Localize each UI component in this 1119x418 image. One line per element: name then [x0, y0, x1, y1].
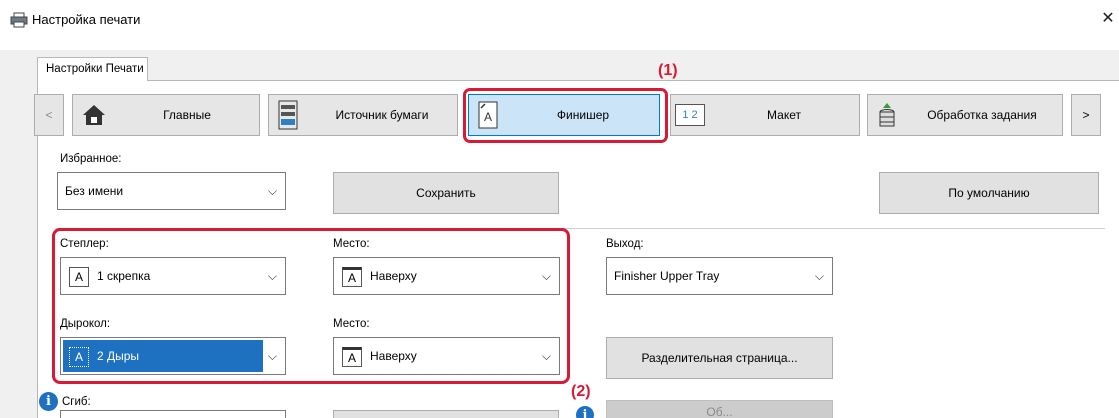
- punch-value: 2 Дыры: [97, 349, 140, 363]
- fold-settings-button[interactable]: [333, 410, 559, 418]
- window-title: Настройка печати: [32, 12, 141, 27]
- callout-2: (2): [571, 383, 591, 400]
- disabled-button: Об...: [606, 400, 833, 418]
- stapler-dropdown[interactable]: A 1 скрепка ⌵: [60, 257, 286, 295]
- job-stack-icon: [879, 103, 895, 127]
- punch-two-holes-icon: A: [69, 347, 89, 367]
- info-icon[interactable]: i: [576, 406, 594, 418]
- svg-text:A: A: [484, 110, 492, 124]
- tab-print-settings[interactable]: Настройки Печати: [37, 57, 148, 81]
- tab-main-button[interactable]: Главные: [72, 94, 260, 136]
- title-bar: [0, 0, 1119, 50]
- chevron-down-icon: ⌵: [541, 348, 551, 363]
- tab-paper-source-label: Источник бумаги: [335, 108, 429, 122]
- stapler-place-label: Место:: [333, 238, 370, 250]
- info-icon[interactable]: i: [39, 392, 58, 411]
- favorites-value: Без имени: [65, 184, 124, 198]
- fold-dropdown[interactable]: [60, 410, 286, 418]
- fold-label: Сгиб:: [62, 396, 91, 408]
- tab-finisher-button[interactable]: A Финишер: [468, 94, 660, 136]
- home-icon: [83, 105, 105, 125]
- punch-label: Дырокол:: [60, 318, 111, 330]
- tab-paper-source-button[interactable]: Источник бумаги: [268, 94, 458, 136]
- layout-icon: 1 2: [675, 104, 705, 126]
- chevron-down-icon: ⌵: [267, 348, 277, 363]
- chevron-down-icon: ⌵: [267, 183, 277, 198]
- save-button[interactable]: Сохранить: [333, 172, 559, 214]
- stapler-place-value: Наверху: [370, 269, 417, 283]
- default-button[interactable]: По умолчанию: [879, 172, 1099, 214]
- chevron-down-icon: ⌵: [267, 268, 277, 283]
- staple-one-icon: A: [69, 267, 89, 287]
- output-dropdown[interactable]: Finisher Upper Tray ⌵: [606, 257, 833, 295]
- scroll-right-button[interactable]: >: [1071, 94, 1101, 136]
- close-button[interactable]: ✕: [1097, 8, 1119, 30]
- stapler-value: 1 скрепка: [97, 269, 151, 283]
- output-value: Finisher Upper Tray: [614, 269, 720, 283]
- finisher-icon: A: [478, 101, 498, 129]
- tab-job-handling-button[interactable]: Обработка задания: [867, 94, 1063, 136]
- tab-finisher-label: Финишер: [556, 108, 610, 122]
- chevron-down-icon: ⌵: [541, 268, 551, 283]
- punch-dropdown[interactable]: A 2 Дыры ⌵: [60, 337, 286, 375]
- tab-job-handling-label: Обработка задания: [927, 108, 1037, 122]
- stapler-label: Степлер:: [60, 238, 109, 250]
- position-top-icon: A: [342, 267, 362, 287]
- punch-selection: [63, 340, 263, 372]
- separator-page-button[interactable]: Разделительная страница...: [606, 337, 833, 379]
- chevron-down-icon: ⌵: [814, 268, 824, 283]
- printer-icon: [10, 12, 28, 28]
- punch-place-dropdown[interactable]: A Наверху ⌵: [333, 337, 560, 375]
- punch-place-label: Место:: [333, 318, 370, 330]
- tab-layout-button[interactable]: 1 2 Макет: [670, 94, 860, 136]
- favorites-dropdown[interactable]: Без имени ⌵: [57, 172, 286, 210]
- stapler-place-dropdown[interactable]: A Наверху ⌵: [333, 257, 560, 295]
- favorites-label: Избранное:: [60, 153, 122, 165]
- callout-1: (1): [658, 62, 678, 79]
- tab-layout-label: Макет: [767, 108, 801, 122]
- tab-main-label: Главные: [163, 108, 211, 122]
- scroll-left-button[interactable]: <: [34, 94, 64, 136]
- position-top-icon: A: [342, 347, 362, 367]
- paper-tray-icon: [278, 100, 298, 130]
- punch-place-value: Наверху: [370, 349, 417, 363]
- output-label: Выход:: [606, 238, 644, 250]
